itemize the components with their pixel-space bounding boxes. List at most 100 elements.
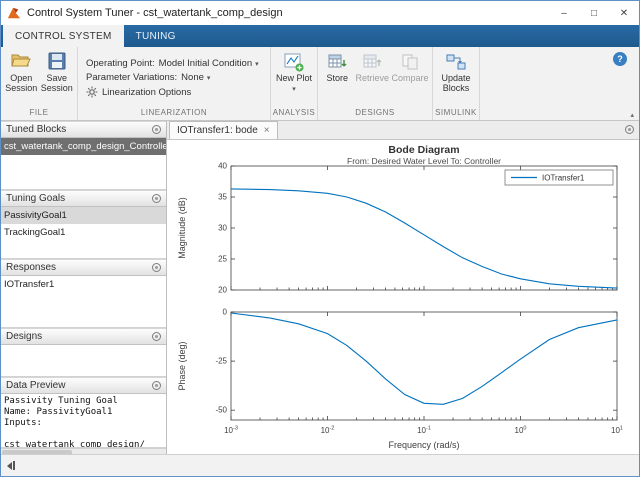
update-blocks-label: Update Blocks xyxy=(441,73,471,94)
operating-point-label: Operating Point: xyxy=(86,58,155,69)
status-bar xyxy=(1,454,639,476)
maximize-icon[interactable]: □ xyxy=(579,1,609,25)
bode-plot-svg[interactable]: Bode DiagramFrom: Desired Water Level To… xyxy=(167,140,640,456)
svg-text:From: Desired Water Level To: From: Desired Water Level To: Controller xyxy=(347,156,501,166)
linearization-options-button[interactable]: Linearization Options xyxy=(86,86,191,98)
data-preview-header[interactable]: Data Preview xyxy=(1,377,166,394)
panel-actions-icon[interactable] xyxy=(152,332,161,341)
parameter-variations-label: Parameter Variations: xyxy=(86,72,178,83)
collapse-toolstrip-icon[interactable]: ▴ xyxy=(630,111,634,119)
svg-text:Frequency (rad/s): Frequency (rad/s) xyxy=(388,440,459,450)
preview-line: Name: PassivityGoal1 xyxy=(4,407,113,417)
chevron-down-icon: ▾ xyxy=(206,74,211,82)
doc-tab-iotransfer1-bode[interactable]: IOTransfer1: bode × xyxy=(169,121,278,139)
designs-title: Designs xyxy=(6,331,43,342)
parameter-variations-value: None xyxy=(181,72,204,83)
compare-icon xyxy=(400,52,420,72)
responses-header[interactable]: Responses xyxy=(1,259,166,276)
bode-plot-area: Bode Diagram From: Desired Water Level To… xyxy=(167,140,639,454)
chevron-down-icon: ▾ xyxy=(255,60,259,68)
preview-line: Passivity Tuning Goal xyxy=(4,396,118,406)
compare-label: Compare xyxy=(391,73,429,83)
retrieve-button: Retrieve xyxy=(354,50,390,85)
save-session-button[interactable]: Save Session xyxy=(40,50,75,96)
open-folder-icon xyxy=(11,52,32,72)
tuning-goals-header[interactable]: Tuning Goals xyxy=(1,190,166,207)
analysis-section-label: ANALYSIS xyxy=(272,108,316,117)
svg-text:25: 25 xyxy=(218,255,227,264)
update-blocks-button[interactable]: Update Blocks xyxy=(436,50,476,96)
section-designs: Store Retrieve Compare DESIGNS xyxy=(318,47,432,120)
tuning-goals-title: Tuning Goals xyxy=(6,193,66,204)
doc-tab-label: IOTransfer1: bode xyxy=(177,125,258,136)
panel-actions-icon[interactable] xyxy=(152,194,161,203)
matlab-logo-icon xyxy=(7,6,21,20)
svg-text:100: 100 xyxy=(515,426,527,436)
close-tab-icon[interactable]: × xyxy=(264,125,270,136)
preview-line xyxy=(4,429,163,440)
save-disk-icon xyxy=(47,52,67,72)
new-plot-label: New Plot xyxy=(275,73,312,83)
tuning-goal-item[interactable]: PassivityGoal1 xyxy=(1,207,166,224)
panel-actions-icon[interactable] xyxy=(152,381,161,390)
update-blocks-icon xyxy=(446,52,466,72)
svg-text:35: 35 xyxy=(218,193,227,202)
toolstrip-tab-bar: CONTROL SYSTEM TUNING xyxy=(1,25,639,47)
store-icon xyxy=(327,52,347,72)
save-session-label: Save Session xyxy=(40,73,73,94)
responses-title: Responses xyxy=(6,262,57,273)
collapse-panel-icon[interactable] xyxy=(7,461,15,470)
tab-control-system[interactable]: CONTROL SYSTEM xyxy=(3,25,124,47)
svg-text:101: 101 xyxy=(611,426,623,436)
tab-tuning[interactable]: TUNING xyxy=(124,25,188,47)
simulink-section-label: SIMULINK xyxy=(435,108,477,117)
help-button[interactable]: ? xyxy=(613,52,627,66)
close-icon[interactable]: ✕ xyxy=(609,1,639,25)
operating-point-dropdown[interactable]: Model Initial Condition ▾ xyxy=(159,58,259,69)
document-tab-bar: IOTransfer1: bode × xyxy=(167,121,639,140)
designs-header[interactable]: Designs xyxy=(1,328,166,345)
document-actions-icon[interactable] xyxy=(625,125,634,134)
window-title: Control System Tuner - cst_watertank_com… xyxy=(27,7,283,19)
svg-text:IOTransfer1: IOTransfer1 xyxy=(542,174,585,183)
preview-line: cst_watertank_comp_design/ xyxy=(4,440,145,448)
data-preview-text: Passivity Tuning Goal Name: PassivityGoa… xyxy=(1,394,166,448)
new-plot-button[interactable]: New Plot ▾ xyxy=(274,50,314,96)
svg-text:10-1: 10-1 xyxy=(417,426,431,436)
open-session-label: Open Session xyxy=(5,73,38,94)
window-controls: – □ ✕ xyxy=(549,1,639,25)
operating-point-value: Model Initial Condition xyxy=(158,58,253,69)
toolstrip: Open Session Save Session FILE Operating… xyxy=(1,47,639,121)
panel-actions-icon[interactable] xyxy=(152,125,161,134)
minimize-icon[interactable]: – xyxy=(549,1,579,25)
store-label: Store xyxy=(326,73,348,83)
responses-list: IOTransfer1 xyxy=(1,276,166,328)
tuned-blocks-list: cst_watertank_comp_design_Controller xyxy=(1,138,166,190)
tuning-goal-item[interactable]: TrackingGoal1 xyxy=(1,224,166,241)
svg-text:0: 0 xyxy=(223,308,228,317)
section-file: Open Session Save Session FILE xyxy=(1,47,77,120)
data-preview-body: Passivity Tuning Goal Name: PassivityGoa… xyxy=(1,394,166,448)
open-session-button[interactable]: Open Session xyxy=(4,50,39,96)
preview-line: Inputs: xyxy=(4,418,42,428)
retrieve-label: Retrieve xyxy=(355,73,389,83)
store-button[interactable]: Store xyxy=(321,50,353,85)
left-panel: Tuned Blocks cst_watertank_comp_design_C… xyxy=(1,121,167,454)
svg-text:10-3: 10-3 xyxy=(224,426,238,436)
section-simulink: Update Blocks SIMULINK xyxy=(433,47,479,120)
chevron-down-icon: ▾ xyxy=(292,86,296,94)
linearization-options-label: Linearization Options xyxy=(102,86,192,98)
section-linearization: Operating Point: Model Initial Condition… xyxy=(78,47,270,120)
response-item[interactable]: IOTransfer1 xyxy=(1,276,166,293)
app-window: Control System Tuner - cst_watertank_com… xyxy=(0,0,640,477)
tuned-blocks-header[interactable]: Tuned Blocks xyxy=(1,121,166,138)
svg-text:20: 20 xyxy=(218,286,227,295)
panel-actions-icon[interactable] xyxy=(152,263,161,272)
parameter-variations-dropdown[interactable]: None ▾ xyxy=(181,72,210,83)
svg-text:-25: -25 xyxy=(215,357,227,366)
operating-point-row: Operating Point: Model Initial Condition… xyxy=(86,58,259,69)
tuned-block-item[interactable]: cst_watertank_comp_design_Controller xyxy=(1,138,166,155)
parameter-variations-row: Parameter Variations: None ▾ xyxy=(86,72,210,83)
data-preview-title: Data Preview xyxy=(6,380,66,391)
svg-text:Bode Diagram: Bode Diagram xyxy=(388,144,459,156)
